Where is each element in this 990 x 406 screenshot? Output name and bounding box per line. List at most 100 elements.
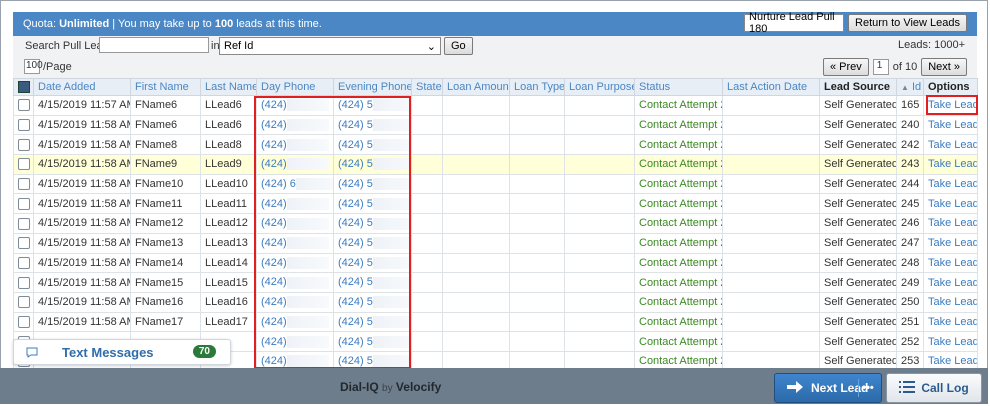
row-checkbox[interactable] xyxy=(13,213,34,234)
row-checkbox[interactable] xyxy=(13,173,34,195)
cell-id-text: 245 xyxy=(901,197,920,210)
cell-loan-amount xyxy=(442,291,510,313)
col-first-name[interactable]: First Name xyxy=(130,78,201,96)
table-row[interactable]: 4/15/2019 11:58 AM FName14 LLead14 (424) (42… xyxy=(13,252,978,274)
select-all-checkbox[interactable] xyxy=(13,78,34,96)
take-lead-link[interactable]: Take Lead xyxy=(923,193,978,215)
cell-lead-source: Self Generated xyxy=(819,232,897,254)
take-lead-link[interactable]: Take Lead xyxy=(923,213,978,234)
cell-status: Contact Attempt 2 xyxy=(634,331,723,352)
cell-first-name: FName14 xyxy=(130,252,201,274)
cell-last-action-date xyxy=(722,311,820,333)
row-checkbox[interactable] xyxy=(13,291,34,313)
table-row[interactable]: 4/15/2019 11:58 AM FName6 LLead6 (424) (424)… xyxy=(13,114,978,136)
next-page-button[interactable]: Next » xyxy=(921,58,967,76)
cell-status: Contact Attempt 2 xyxy=(634,291,723,313)
cell-date-added-text: 4/15/2019 11:58 AM xyxy=(38,119,131,132)
cell-first-name: FName6 xyxy=(130,95,201,116)
take-lead-link[interactable]: Take Lead xyxy=(923,114,978,136)
table-row[interactable]: 4/15/2019 11:58 AM FName8 LLead8 (424) (424)… xyxy=(13,134,978,156)
row-checkbox[interactable] xyxy=(13,134,34,156)
more-options-icon[interactable]: ••• xyxy=(858,379,877,397)
col-date-added[interactable]: Date Added xyxy=(33,78,131,96)
cell-loan-amount xyxy=(442,331,510,352)
col-last-name[interactable]: Last Name xyxy=(200,78,257,96)
page-size-input[interactable]: 100 xyxy=(24,59,43,74)
text-messages-panel[interactable]: Text Messages 70 xyxy=(13,339,231,365)
col-status[interactable]: Status xyxy=(634,78,723,96)
table-row[interactable]: 4/15/2019 11:58 AM FName9 LLead9 (424) (424)… xyxy=(13,154,978,175)
cell-first-name-text: FName17 xyxy=(135,315,184,328)
checkbox-icon xyxy=(18,158,30,171)
row-checkbox[interactable] xyxy=(13,232,34,254)
table-row[interactable]: 4/15/2019 11:58 AM FName10 LLead10 (424) 6(… xyxy=(13,173,978,195)
table-row[interactable]: 4/15/2019 11:58 AM FName15 LLead15 (424) (42… xyxy=(13,272,978,293)
take-lead-link-text: Take Lead xyxy=(928,237,978,250)
checkbox-icon xyxy=(18,138,30,151)
cell-status-text: Contact Attempt 2 xyxy=(639,178,723,191)
col-evening-phone[interactable]: Evening Phone xyxy=(333,78,412,96)
take-lead-link[interactable]: Take Lead xyxy=(923,154,978,175)
take-lead-link[interactable]: Take Lead xyxy=(923,291,978,313)
current-page-input[interactable]: 1 xyxy=(872,59,889,75)
cell-status-text: Contact Attempt 2 xyxy=(639,217,723,230)
cell-loan-amount xyxy=(442,252,510,274)
col-loan-type[interactable]: Loan Type xyxy=(509,78,565,96)
checkbox-icon xyxy=(18,217,30,230)
cell-status-text: Contact Attempt 2 xyxy=(639,256,723,269)
cell-first-name: FName8 xyxy=(130,134,201,156)
row-checkbox[interactable] xyxy=(13,114,34,136)
col-loan-purpose[interactable]: Loan Purpose xyxy=(564,78,635,96)
col-loan-amount[interactable]: Loan Amount xyxy=(442,78,510,96)
cell-last-name-text: LLead14 xyxy=(205,256,248,269)
search-input[interactable] xyxy=(99,37,209,53)
cell-first-name: FName13 xyxy=(130,232,201,254)
col-id[interactable]: ▲ Id xyxy=(896,78,924,96)
table-row[interactable]: 4/15/2019 11:58 AM FName11 LLead11 (424) (42… xyxy=(13,193,978,215)
cell-date-added-text: 4/15/2019 11:58 AM xyxy=(38,315,131,328)
col-last-action-date[interactable]: Last Action Date xyxy=(722,78,820,96)
take-lead-link[interactable]: Take Lead xyxy=(923,173,978,195)
row-checkbox[interactable] xyxy=(13,311,34,333)
table-row[interactable]: 4/15/2019 11:57 AM FName6 LLead6 (424) (424)… xyxy=(13,95,978,116)
cell-lead-source: Self Generated xyxy=(819,134,897,156)
go-button[interactable]: Go xyxy=(444,37,473,55)
return-to-view-leads-button[interactable]: Return to View Leads xyxy=(848,14,967,32)
cell-date-added-text: 4/15/2019 11:57 AM xyxy=(38,99,131,112)
cell-last-action-date xyxy=(722,213,820,234)
col-day-phone[interactable]: Day Phone xyxy=(256,78,334,96)
table-row[interactable]: 4/15/2019 11:58 AM FName12 LLead12 (424) (42… xyxy=(13,213,978,234)
cell-id-text: 246 xyxy=(901,217,920,230)
cell-loan-type xyxy=(509,173,565,195)
cell-last-action-date xyxy=(722,232,820,254)
row-checkbox[interactable] xyxy=(13,193,34,215)
checkbox-icon xyxy=(18,99,30,112)
table-row[interactable]: 4/15/2019 11:58 AM FName13 LLead13 (424) (42… xyxy=(13,232,978,254)
take-lead-link-text: Take Lead xyxy=(928,276,978,289)
table-row[interactable]: 4/15/2019 11:58 AM FName16 LLead16 (424) (42… xyxy=(13,291,978,313)
prev-page-button[interactable]: « Prev xyxy=(822,58,869,76)
search-field-select[interactable]: Ref Id ⌄ xyxy=(219,37,441,55)
row-checkbox[interactable] xyxy=(13,95,34,116)
take-lead-link[interactable]: Take Lead xyxy=(923,252,978,274)
cell-id: 246 xyxy=(896,213,924,234)
row-checkbox[interactable] xyxy=(13,252,34,274)
take-lead-link-text: Take Lead xyxy=(928,217,978,230)
next-lead-button[interactable]: Next Lead ••• xyxy=(774,373,882,403)
cell-last-action-date xyxy=(722,173,820,195)
call-log-button[interactable]: Call Log xyxy=(886,373,982,403)
take-lead-link[interactable]: Take Lead xyxy=(923,331,978,352)
row-checkbox[interactable] xyxy=(13,272,34,293)
take-lead-link[interactable]: Take Lead xyxy=(923,311,978,333)
take-lead-link[interactable]: Take Lead xyxy=(923,272,978,293)
take-lead-link[interactable]: Take Lead xyxy=(923,232,978,254)
cell-loan-purpose xyxy=(564,232,635,254)
cell-status-text: Contact Attempt 2 xyxy=(639,237,723,250)
table-row[interactable]: 4/15/2019 11:58 AM FName17 LLead17 (424) (42… xyxy=(13,311,978,333)
lead-pull-select[interactable]: Nurture Lead Pull 180 xyxy=(744,11,845,35)
col-state[interactable]: State xyxy=(411,78,443,96)
cell-status-text: Contact Attempt 2 xyxy=(639,296,723,309)
take-lead-link[interactable]: Take Lead xyxy=(923,134,978,156)
col-lead-source[interactable]: Lead Source xyxy=(819,78,897,96)
row-checkbox[interactable] xyxy=(13,154,34,175)
